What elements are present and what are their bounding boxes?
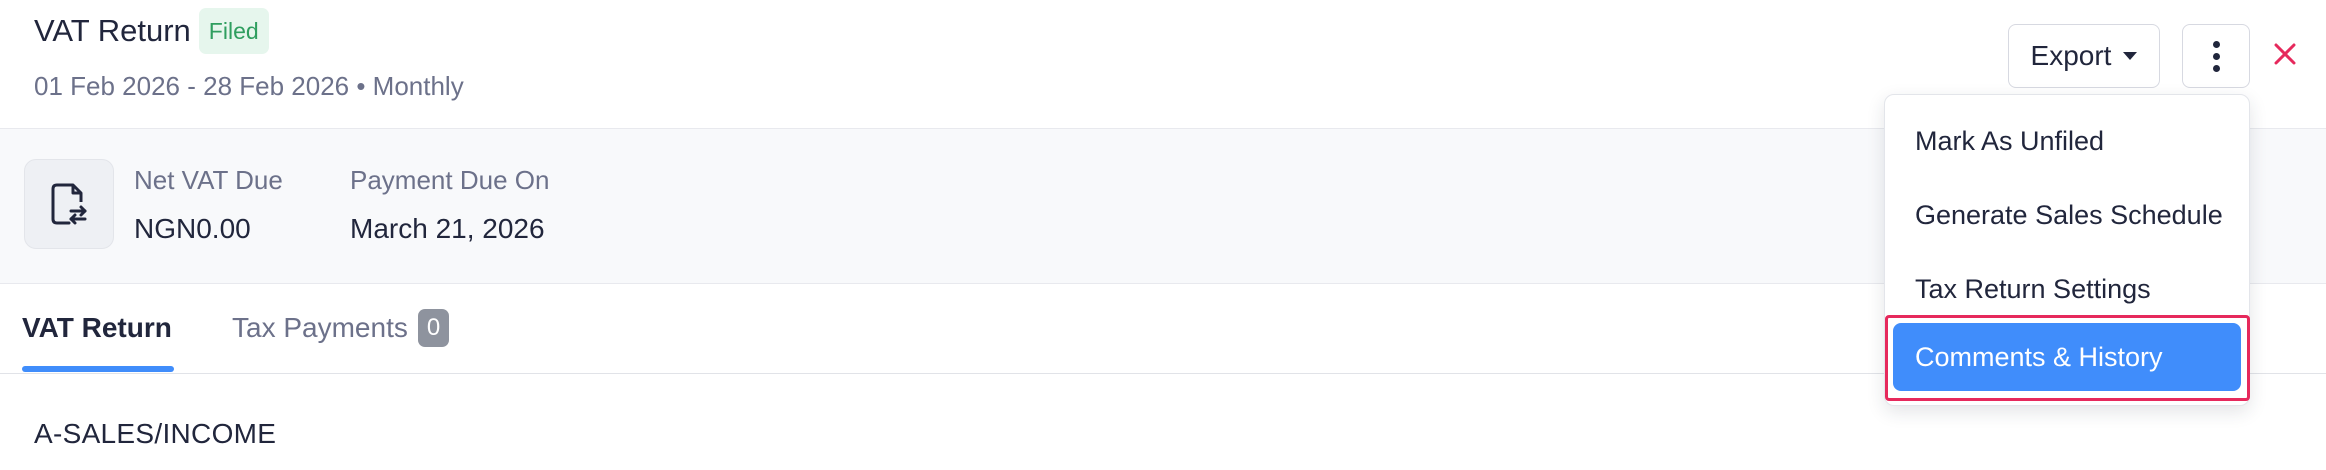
- tax-payments-count-badge: 0: [417, 309, 450, 347]
- title-row: VAT Return Filed: [34, 8, 269, 54]
- highlight-frame: [1885, 315, 2250, 401]
- section-heading: A-SALES/INCOME: [34, 418, 277, 449]
- menu-item-tax-return-settings[interactable]: Tax Return Settings: [1893, 255, 2241, 323]
- vat-return-page: VAT Return Filed 01 Feb 2026 - 28 Feb 20…: [0, 0, 2326, 470]
- net-vat-due-label: Net VAT Due: [134, 165, 283, 195]
- export-button[interactable]: Export: [2008, 24, 2160, 88]
- payment-due-label: Payment Due On: [350, 165, 550, 195]
- close-icon: [2274, 43, 2296, 65]
- vertical-ellipsis-icon: [2212, 40, 2220, 72]
- caret-down-icon: [2123, 52, 2138, 60]
- tab-label: VAT Return: [22, 312, 172, 343]
- tab-vat-return[interactable]: VAT Return: [22, 308, 172, 348]
- payment-due-value: March 21, 2026: [350, 213, 545, 244]
- net-vat-due-value: NGN0.00: [134, 213, 251, 244]
- payment-due-on: Payment Due On March 21, 2026: [350, 163, 549, 249]
- active-tab-indicator: [22, 366, 174, 372]
- export-button-label: Export: [2030, 40, 2112, 71]
- menu-item-generate-sales-schedule[interactable]: Generate Sales Schedule: [1893, 181, 2241, 249]
- document-exchange-icon: [51, 183, 87, 225]
- close-button[interactable]: [2268, 34, 2302, 74]
- period-subtitle: 01 Feb 2026 - 28 Feb 2026 • Monthly: [34, 71, 464, 101]
- status-badge: Filed: [198, 8, 269, 54]
- tab-tax-payments[interactable]: Tax Payments 0: [232, 308, 450, 348]
- page-title: VAT Return: [34, 13, 191, 48]
- summary-icon-box: [24, 159, 114, 249]
- more-options-button[interactable]: [2182, 24, 2250, 88]
- net-vat-due: Net VAT Due NGN0.00: [134, 163, 283, 249]
- tab-label: Tax Payments: [232, 312, 408, 343]
- menu-item-mark-as-unfiled[interactable]: Mark As Unfiled: [1893, 107, 2241, 175]
